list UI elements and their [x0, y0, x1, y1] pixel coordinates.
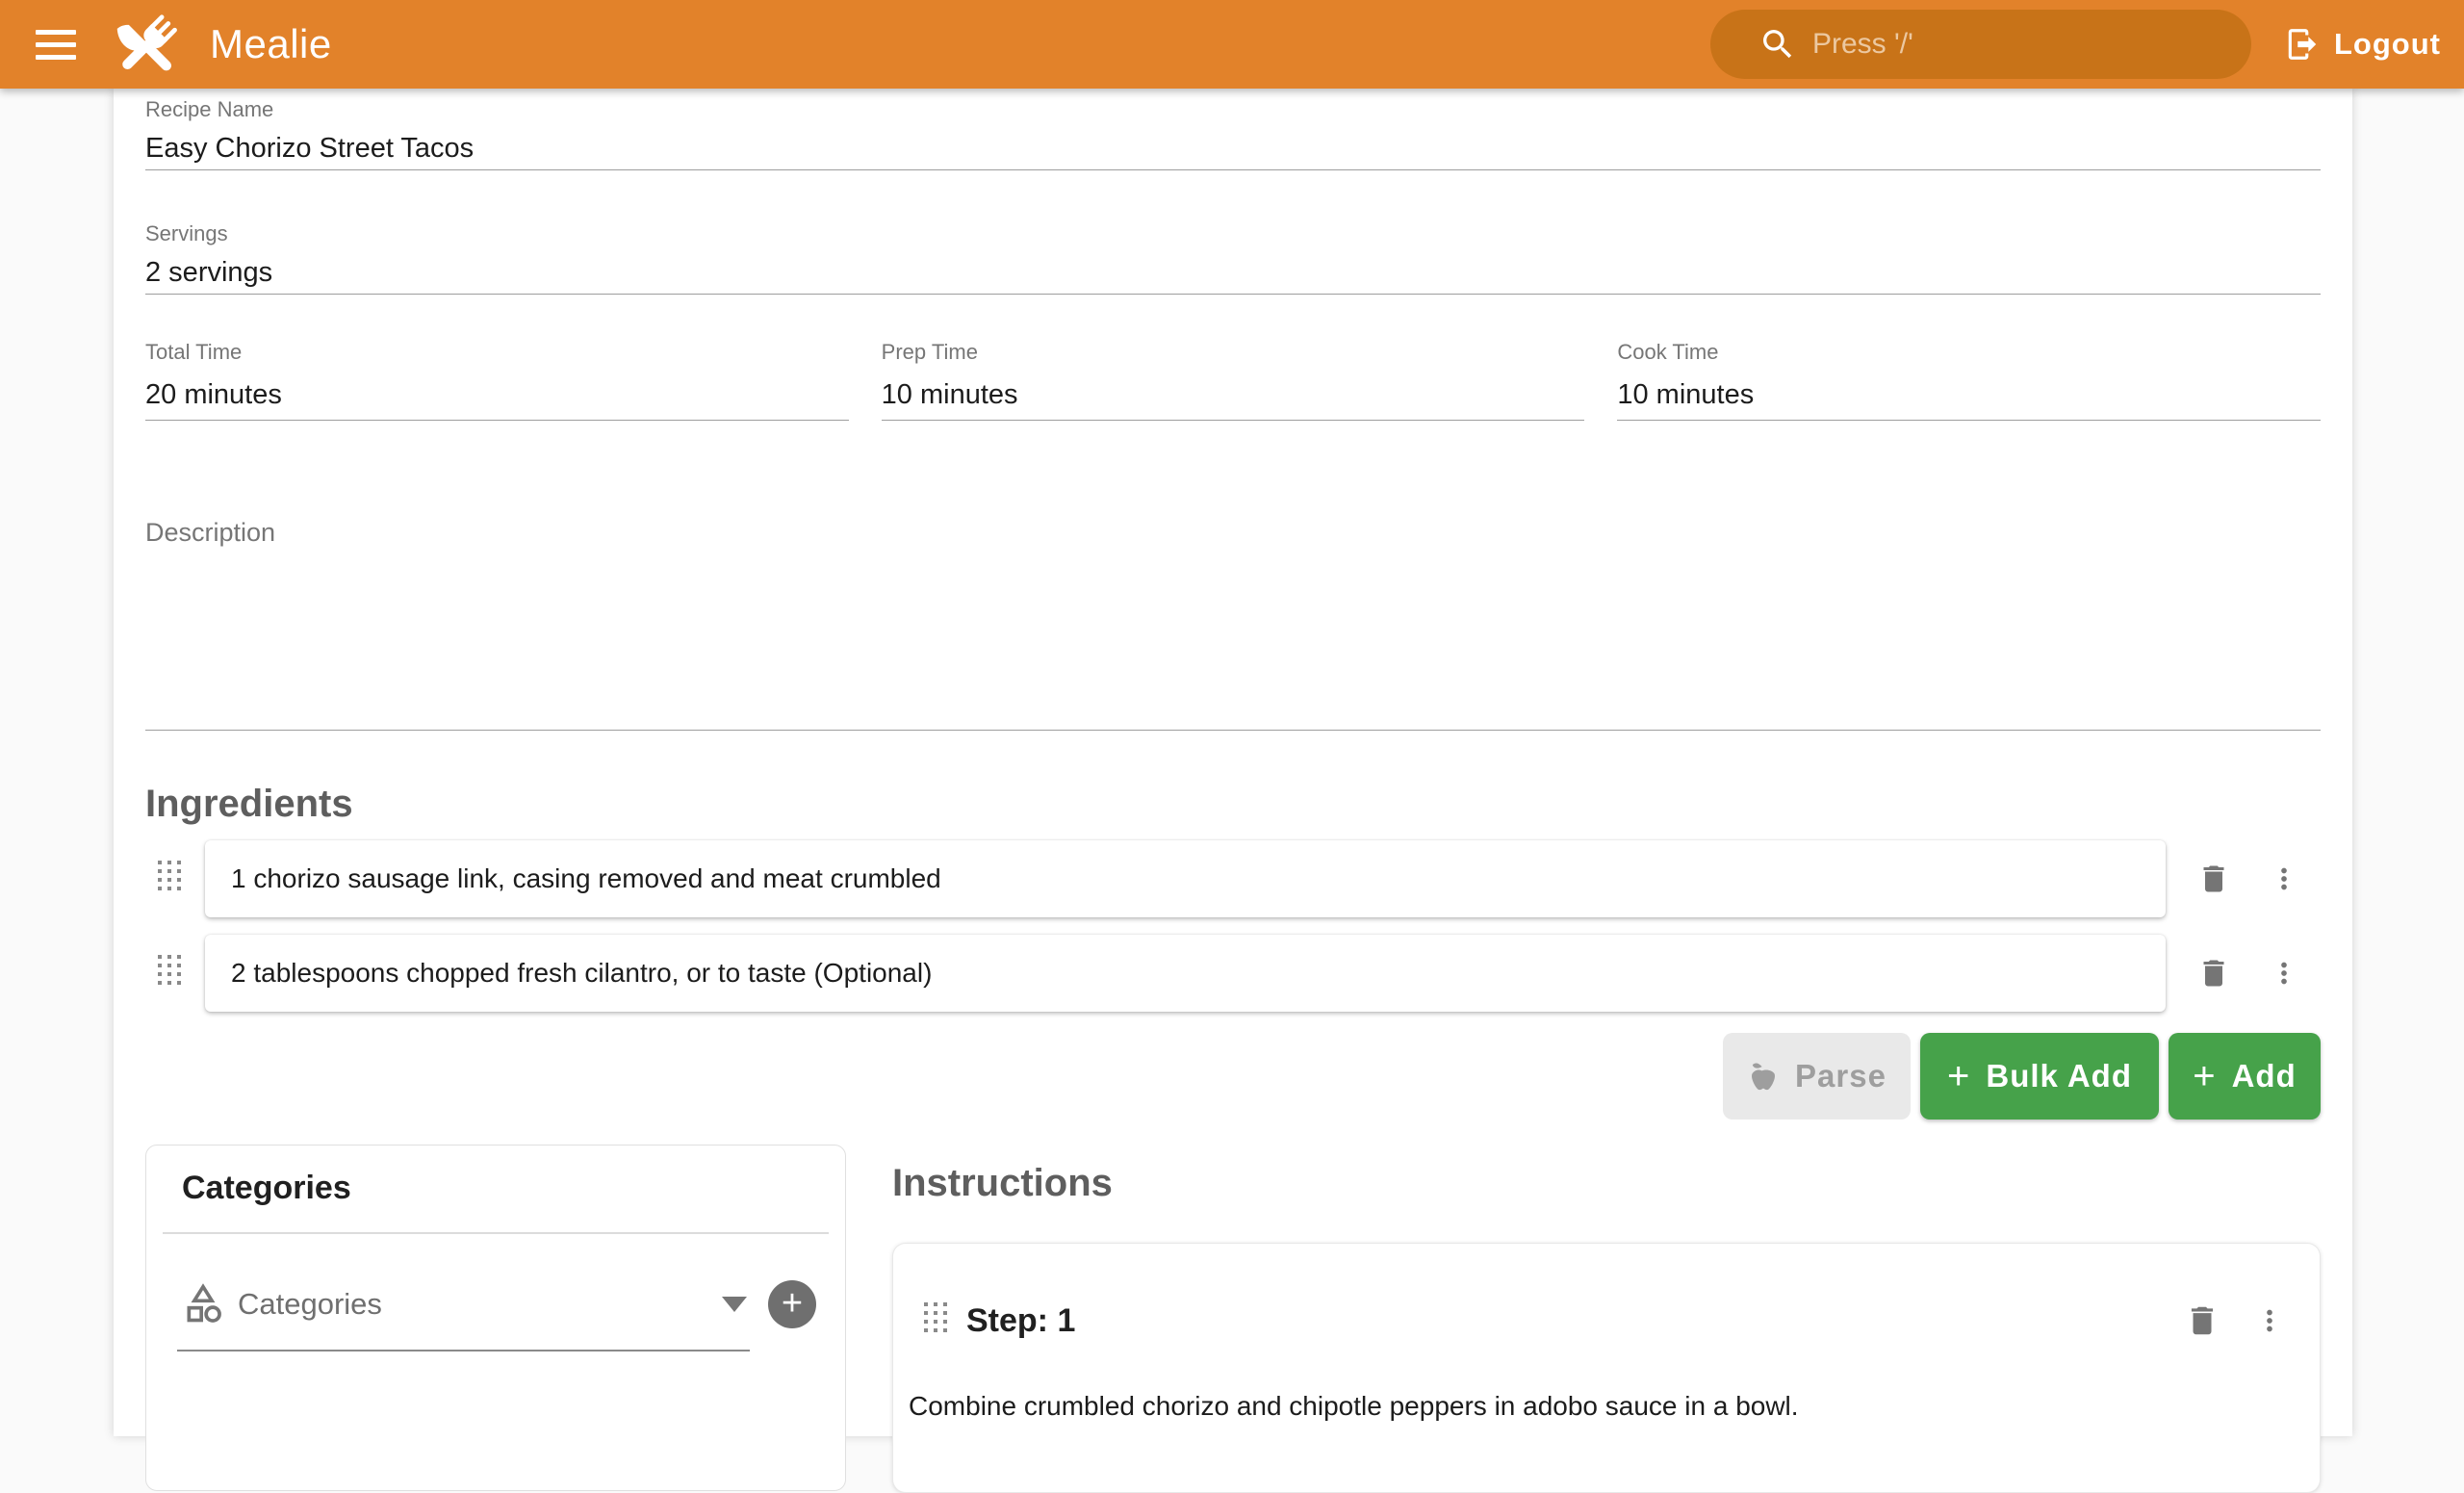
add-label: Add	[2232, 1058, 2297, 1094]
plus-icon: +	[1947, 1057, 1970, 1095]
trash-icon	[2196, 862, 2231, 896]
parse-button[interactable]: Parse	[1723, 1033, 1911, 1120]
prep-time-field[interactable]: Prep Time 10 minutes	[882, 339, 1585, 421]
ingredients-heading: Ingredients	[145, 781, 2321, 827]
kebab-menu-icon	[2253, 1304, 2286, 1337]
ingredient-input[interactable]: 1 chorizo sausage link, casing removed a…	[205, 840, 2166, 917]
logout-label: Logout	[2334, 27, 2441, 62]
servings-field[interactable]: Servings 2 servings	[145, 220, 2321, 295]
total-time-field[interactable]: Total Time 20 minutes	[145, 339, 849, 421]
drag-handle-icon[interactable]	[158, 955, 183, 991]
ingredients-list: 1 chorizo sausage link, casing removed a…	[145, 840, 2321, 1012]
categories-heading: Categories	[182, 1167, 845, 1209]
ingredient-row: 1 chorizo sausage link, casing removed a…	[145, 840, 2321, 917]
kebab-menu-icon	[2268, 957, 2300, 990]
menu-icon[interactable]	[21, 10, 90, 79]
ingredient-text: 2 tablespoons chopped fresh cilantro, or…	[231, 958, 932, 989]
select-underline	[177, 1350, 750, 1351]
plus-icon: +	[2193, 1057, 2216, 1095]
description-label: Description	[145, 516, 2321, 549]
delete-step-button[interactable]	[2179, 1298, 2225, 1344]
step-text-input[interactable]: Combine crumbled chorizo and chipotle pe…	[909, 1388, 2300, 1425]
recipe-editor-sheet: Recipe Name Easy Chorizo Street Tacos Se…	[114, 89, 2352, 1436]
plus-icon: +	[782, 1283, 803, 1325]
categories-select[interactable]: Categories +	[182, 1280, 816, 1328]
ingredient-input[interactable]: 2 tablespoons chopped fresh cilantro, or…	[205, 935, 2166, 1012]
total-time-label: Total Time	[145, 339, 849, 366]
categories-select-label: Categories	[238, 1287, 722, 1322]
ingredient-text: 1 chorizo sausage link, casing removed a…	[231, 863, 941, 894]
times-row: Total Time 20 minutes Prep Time 10 minut…	[145, 339, 2321, 421]
step-title: Step: 1	[966, 1302, 1075, 1340]
shapes-icon	[182, 1283, 224, 1326]
search-bar[interactable]	[1710, 10, 2251, 79]
drag-handle-icon[interactable]	[924, 1302, 949, 1339]
instructions-heading: Instructions	[892, 1160, 2321, 1206]
description-textarea[interactable]	[145, 549, 2321, 731]
logout-button[interactable]: Logout	[2284, 26, 2441, 63]
delete-ingredient-button[interactable]	[2191, 950, 2237, 996]
logout-icon	[2284, 26, 2321, 63]
search-icon	[1758, 25, 1797, 64]
add-category-button[interactable]: +	[768, 1280, 816, 1328]
bulk-add-label: Bulk Add	[1986, 1058, 2132, 1094]
add-ingredient-button[interactable]: + Add	[2169, 1033, 2321, 1120]
recipe-name-field[interactable]: Recipe Name Easy Chorizo Street Tacos	[145, 96, 2321, 170]
trash-icon	[2184, 1302, 2220, 1339]
prep-time-label: Prep Time	[882, 339, 1585, 366]
search-input[interactable]	[1812, 28, 2178, 61]
chevron-down-icon[interactable]	[722, 1297, 747, 1312]
cook-time-input[interactable]: 10 minutes	[1617, 375, 2321, 421]
ingredient-menu-button[interactable]	[2261, 856, 2307, 902]
parse-label: Parse	[1795, 1058, 1886, 1094]
mealie-logo-icon	[112, 8, 185, 81]
instruction-step-card: Step: 1 Combine crumbled chorizo and chi…	[892, 1243, 2321, 1493]
app-header: Mealie Logout	[0, 0, 2464, 89]
total-time-input[interactable]: 20 minutes	[145, 375, 849, 421]
prep-time-input[interactable]: 10 minutes	[882, 375, 1585, 421]
app-title: Mealie	[210, 21, 332, 67]
cook-time-field[interactable]: Cook Time 10 minutes	[1617, 339, 2321, 421]
servings-label: Servings	[145, 220, 2321, 247]
step-menu-button[interactable]	[2246, 1298, 2293, 1344]
servings-input[interactable]: 2 servings	[145, 253, 2321, 295]
ingredient-menu-button[interactable]	[2261, 950, 2307, 996]
drag-handle-icon[interactable]	[158, 861, 183, 897]
ingredient-actions: Parse + Bulk Add + Add	[145, 1033, 2321, 1120]
recipe-name-input[interactable]: Easy Chorizo Street Tacos	[145, 129, 2321, 170]
recipe-name-label: Recipe Name	[145, 96, 2321, 123]
categories-card: Categories Categories +	[145, 1145, 846, 1491]
apple-icon	[1747, 1060, 1780, 1093]
divider	[163, 1232, 829, 1234]
cook-time-label: Cook Time	[1617, 339, 2321, 366]
delete-ingredient-button[interactable]	[2191, 856, 2237, 902]
ingredient-row: 2 tablespoons chopped fresh cilantro, or…	[145, 935, 2321, 1012]
kebab-menu-icon	[2268, 862, 2300, 895]
trash-icon	[2196, 956, 2231, 991]
bulk-add-button[interactable]: + Bulk Add	[1920, 1033, 2159, 1120]
